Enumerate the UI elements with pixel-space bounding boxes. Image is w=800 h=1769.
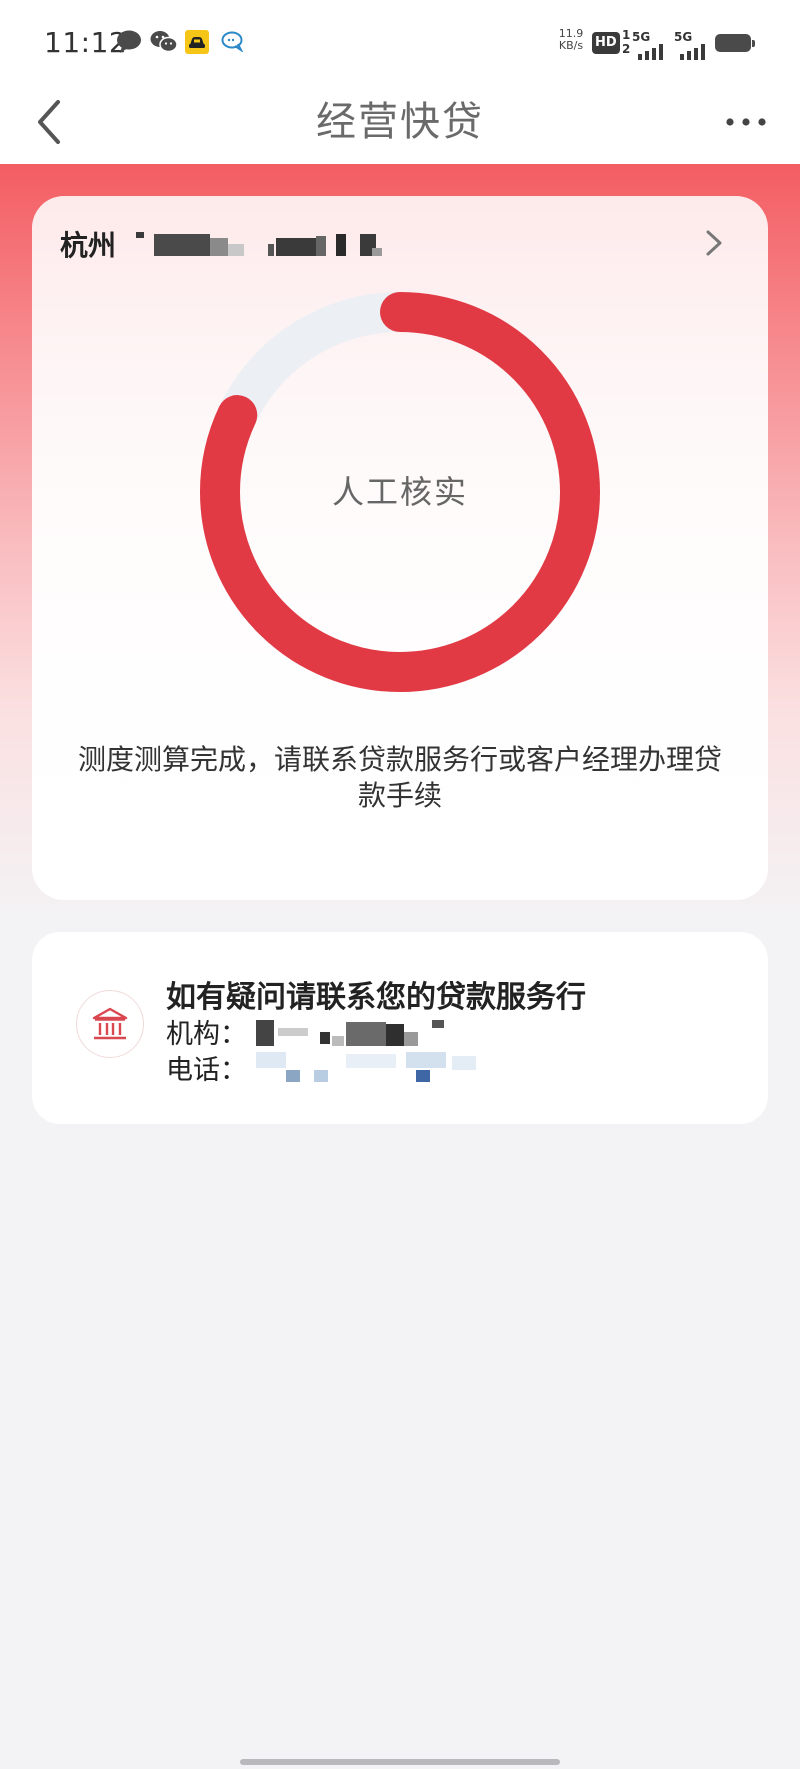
network-type-label: 5G	[632, 30, 651, 44]
company-name-redaction	[136, 232, 382, 256]
network-speed: 11.9 KB/s	[554, 28, 588, 52]
bank-icon-badge	[76, 990, 144, 1058]
bank-icon	[92, 1007, 128, 1040]
status-bar: 11:12 11.9 KB/s HD 1 2 5G 5G	[0, 0, 800, 80]
battery-icon	[715, 34, 751, 52]
battery-cap	[752, 40, 755, 47]
phone-label: 电话：	[166, 1055, 247, 1086]
chevron-left-icon	[38, 100, 60, 144]
message-bubble-icon	[117, 30, 141, 53]
loan-status-card: 杭州 人工核实 测度测算完成，请联系贷款服务行或客户经理办理贷款手续	[32, 196, 768, 900]
network-speed-unit: KB/s	[558, 39, 584, 52]
page-title: 经营快贷	[316, 99, 484, 145]
sim-top-label: 1	[622, 28, 631, 42]
status-time: 11:12	[44, 26, 128, 59]
home-indicator[interactable]	[240, 1759, 560, 1765]
result-message: 测度测算完成，请联系贷款服务行或客户经理办理贷款手续	[77, 743, 722, 812]
hd-voice-badge: HD	[592, 32, 620, 54]
org-name-redaction	[256, 1020, 444, 1046]
more-button[interactable]	[722, 104, 770, 140]
contact-title: 如有疑问请联系您的贷款服务行	[166, 980, 586, 1015]
app-screen: 11:12 11.9 KB/s HD 1 2 5G 5G 经营快贷 杭州 人工核…	[0, 0, 800, 1769]
contact-bank-card: 如有疑问请联系您的贷款服务行 机构： 电话：	[32, 932, 768, 1124]
chat-bubble-icon	[221, 31, 244, 52]
sim-bottom-label: 2	[622, 42, 631, 56]
nav-bar: 经营快贷	[0, 80, 800, 164]
verification-status-label: 人工核实	[331, 473, 468, 511]
chevron-right-icon[interactable]	[702, 226, 726, 260]
network-type-label: 5G	[674, 30, 693, 44]
phone-number-redaction[interactable]	[256, 1050, 516, 1084]
back-button[interactable]	[30, 92, 70, 152]
sim-indicator: 1 2	[622, 28, 630, 56]
car-app-icon	[185, 30, 209, 54]
more-dots-icon	[726, 118, 766, 126]
wechat-icon	[150, 31, 178, 53]
signal-bars-icon	[680, 44, 705, 60]
org-label: 机构：	[166, 1019, 247, 1050]
company-name[interactable]: 杭州	[60, 224, 116, 264]
signal-bars-icon	[638, 44, 663, 60]
